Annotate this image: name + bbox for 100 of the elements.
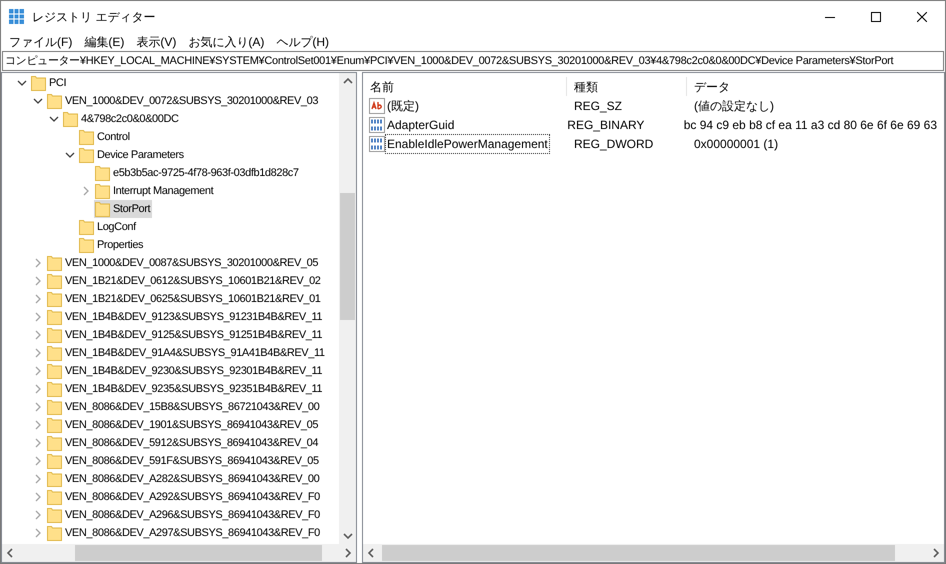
tree-item[interactable]: VEN_1B4B&DEV_9230&SUBSYS_92301B4B&REV_11 [46,362,324,380]
tree-item[interactable]: VEN_1B4B&DEV_9235&SUBSYS_92351B4B&REV_11 [46,380,324,398]
chevron-right-icon[interactable] [33,258,43,268]
tree-item[interactable]: VEN_1B4B&DEV_9123&SUBSYS_91231B4B&REV_11 [46,308,324,326]
folder-icon [79,237,94,253]
tree-item[interactable]: VEN_8086&DEV_5912&SUBSYS_86941043&REV_04 [46,434,320,452]
folder-icon [47,471,62,487]
horizontal-scrollbar[interactable] [363,544,944,562]
scrollbar-thumb[interactable] [382,545,895,561]
folder-icon [47,525,62,541]
tree-item[interactable]: Properties [78,236,146,254]
folder-icon [47,255,62,271]
value-name[interactable]: EnableIdlePowerManagement [386,134,549,152]
chevron-down-icon[interactable] [33,96,43,106]
tree-item[interactable]: LogConf [78,218,138,236]
tree-item[interactable]: 4&798c2c0&0&00DC [62,110,181,128]
chevron-right-icon[interactable] [33,348,43,358]
folder-icon [47,363,62,379]
tree-item[interactable]: VEN_1000&DEV_0087&SUBSYS_30201000&REV_05 [46,254,320,272]
folder-icon [47,93,62,109]
tree-item[interactable]: VEN_8086&DEV_A297&SUBSYS_86941043&REV_F0 [46,524,322,542]
tree-item[interactable]: VEN_8086&DEV_A296&SUBSYS_86941043&REV_F0 [46,506,322,524]
chevron-right-icon[interactable] [33,384,43,394]
chevron-right-icon[interactable] [33,420,43,430]
tree-item[interactable]: VEN_1000&DEV_0072&SUBSYS_30201000&REV_03 [46,92,320,110]
value-data: bc 94 c9 eb b8 cf ea 11 a3 cd 80 6e 6f 6e 69 63 [682,116,938,134]
folder-icon [79,147,94,163]
folder-icon [79,219,94,235]
chevron-right-icon[interactable] [33,294,43,304]
menu-item[interactable]: お気に入り(A) [182,32,270,50]
folder-icon [31,75,46,91]
tree-item[interactable]: VEN_1B21&DEV_0625&SUBSYS_10601B21&REV_01 [46,290,323,308]
folder-icon [47,489,62,505]
chevron-right-icon[interactable] [33,510,43,520]
chevron-down-icon[interactable] [49,114,59,124]
column-header[interactable]: データ [687,77,944,96]
value-name[interactable]: (既定) [386,96,420,114]
column-header[interactable]: 種類 [567,77,687,96]
tree-item[interactable]: VEN_8086&DEV_1901&SUBSYS_86941043&REV_05 [46,416,320,434]
maximize-icon [871,12,881,22]
chevron-right-icon[interactable] [81,186,91,196]
scrollbar-thumb[interactable] [340,193,355,320]
chevron-right-icon[interactable] [33,330,43,340]
menu-item[interactable]: ファイル(F) [3,32,78,50]
value-data: 0x00000001 (1) [693,136,780,152]
scrollbar-thumb[interactable] [75,545,322,561]
tree-item[interactable]: VEN_1B4B&DEV_9125&SUBSYS_91251B4B&REV_11 [46,326,324,344]
chevron-down-icon[interactable] [17,78,27,88]
value-data: (値の設定なし) [693,98,775,114]
folder-icon [47,381,62,397]
value-name[interactable]: AdapterGuid [386,116,456,134]
address-bar[interactable]: コンピューター¥HKEY_LOCAL_MACHINE¥SYSTEM¥ControlSet001¥Enum¥PCI¥VEN_1000&DEV_0072&SUBSYS_30201000&REV_03¥4&798c2c0&0&00DC¥Device Parameters¥StorPort [2,51,944,71]
folder-icon [47,273,62,289]
binary-value-icon [369,116,385,132]
string-value-icon [369,98,385,114]
folder-icon [47,417,62,433]
chevron-right-icon[interactable] [33,456,43,466]
close-icon [917,12,927,22]
folder-icon [47,435,62,451]
chevron-right-icon[interactable] [33,528,43,538]
tree-item[interactable]: VEN_1B4B&DEV_91A4&SUBSYS_91A41B4B&REV_11 [46,344,327,362]
tree-item[interactable]: VEN_8086&DEV_15B8&SUBSYS_86721043&REV_00 [46,398,322,416]
tree-item[interactable]: VEN_8086&DEV_591F&SUBSYS_86941043&REV_05 [46,452,321,470]
vertical-scrollbar[interactable] [339,73,356,544]
folder-icon [63,111,78,127]
chevron-down-icon[interactable] [65,150,75,160]
chevron-right-icon[interactable] [33,492,43,502]
chevron-right-icon[interactable] [33,402,43,412]
chevron-right-icon[interactable] [33,474,43,484]
folder-icon [47,327,62,343]
chevron-right-icon[interactable] [33,438,43,448]
folder-icon [95,183,110,199]
value-type: REG_SZ [573,98,624,114]
folder-icon [47,345,62,361]
horizontal-scrollbar[interactable] [2,544,356,562]
folder-icon [95,201,110,217]
tree-item[interactable]: VEN_8086&DEV_A282&SUBSYS_86941043&REV_00 [46,470,322,488]
folder-icon [79,129,94,145]
tree-item[interactable]: VEN_1B21&DEV_0612&SUBSYS_10601B21&REV_02 [46,272,323,290]
tree-item[interactable]: PCI [30,74,68,92]
folder-icon [47,453,62,469]
folder-icon [47,309,62,325]
menu-item[interactable]: 編集(E) [78,32,130,50]
tree-item[interactable]: Device Parameters [78,146,186,164]
menu-item[interactable]: ヘルプ(H) [270,32,335,50]
tree-item[interactable]: Interrupt Management [94,182,216,200]
registry-app-icon [9,9,24,24]
tree-item[interactable]: VEN_8086&DEV_A292&SUBSYS_86941043&REV_F0 [46,488,322,506]
chevron-right-icon[interactable] [33,312,43,322]
tree-item[interactable]: StorPort [94,200,152,218]
chevron-right-icon[interactable] [33,276,43,286]
tree-item[interactable]: Control [78,128,132,146]
binary-value-icon [369,136,385,152]
menu-item[interactable]: 表示(V) [130,32,182,50]
tree-item[interactable]: e5b3b5ac-9725-4f78-963f-03dfb1d828c7 [94,164,301,182]
folder-icon [47,399,62,415]
chevron-right-icon[interactable] [33,366,43,376]
column-header[interactable]: 名前 [363,77,567,96]
window-title: レジストリ エディター [32,8,156,26]
folder-icon [47,291,62,307]
